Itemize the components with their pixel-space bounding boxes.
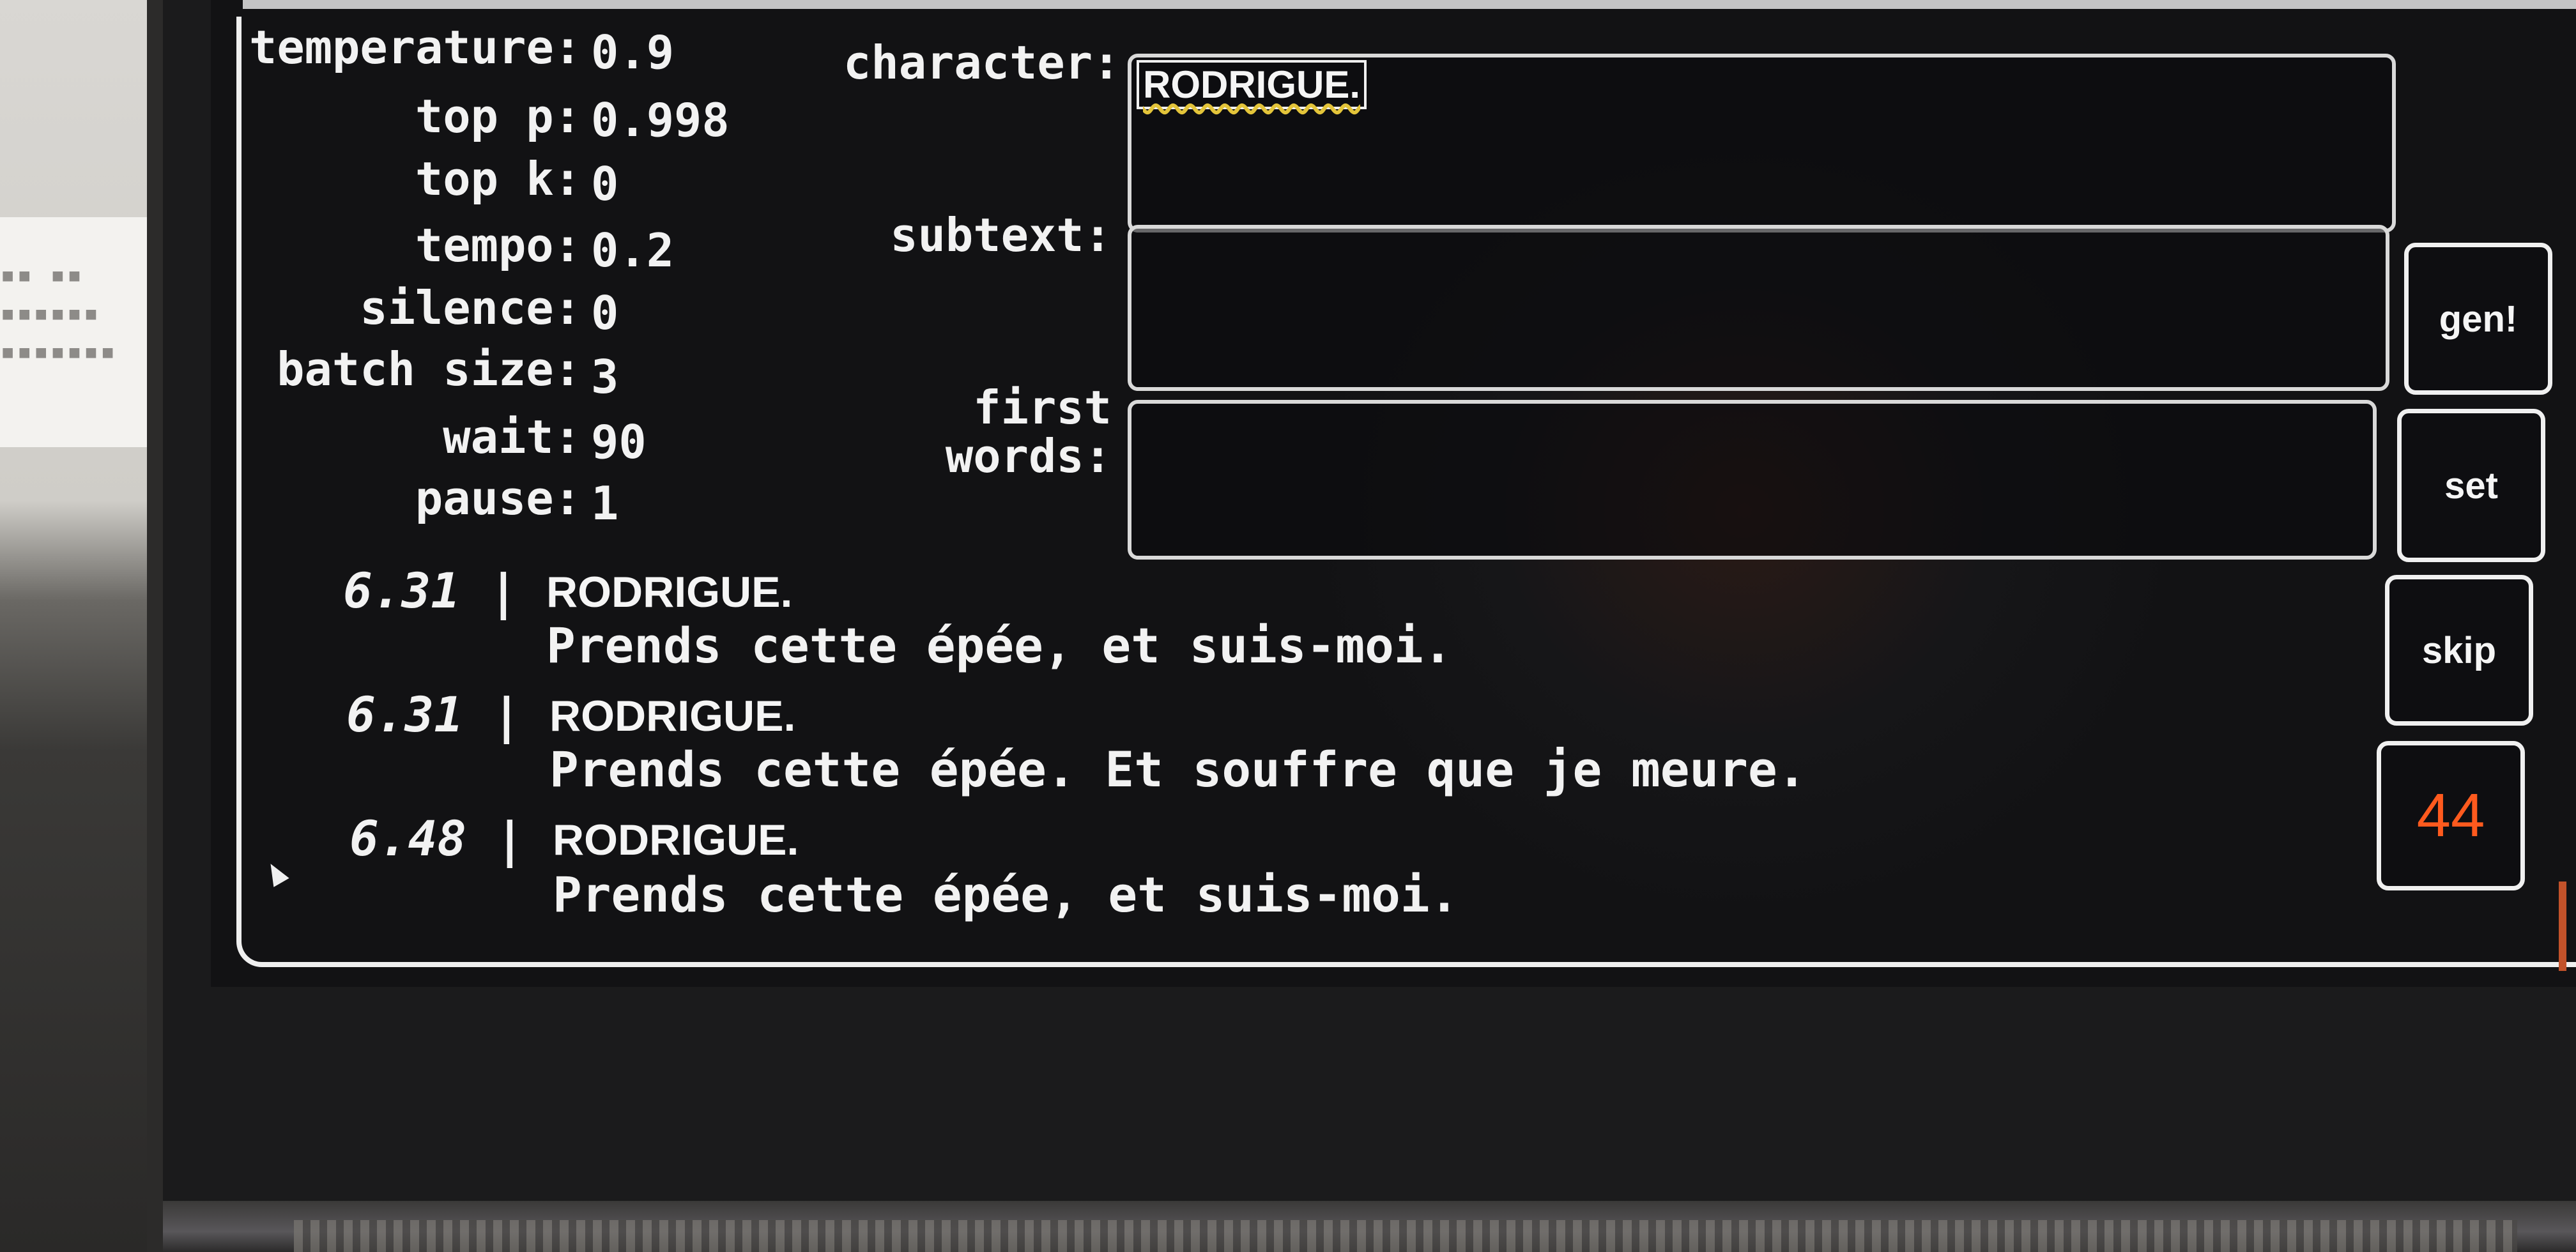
param-value-batch-size[interactable]: 3 (591, 350, 618, 404)
param-label-batch-size: batch size: (277, 342, 581, 396)
subtext-field[interactable] (1128, 225, 2389, 391)
param-label-pause: pause: (415, 471, 581, 525)
result-character: RODRIGUE. (546, 568, 793, 616)
result-score: 6.31 (346, 686, 463, 743)
param-value-temperature[interactable]: 0.9 (591, 26, 674, 79)
background-monitor-glyphs: ▪▪ ▪▪ ▪▪▪▪▪▪ ▪▪▪▪▪▪▪ (0, 260, 117, 366)
result-separator: | (495, 811, 525, 868)
counter-display: 44 (2377, 741, 2525, 890)
result-separator: | (492, 687, 521, 744)
result-character: RODRIGUE. (549, 692, 796, 740)
param-value-top-p[interactable]: 0.998 (591, 93, 730, 147)
skip-button[interactable]: skip (2385, 575, 2533, 726)
param-value-tempo[interactable]: 0.2 (591, 224, 674, 277)
result-text: Prends cette épée, et suis-moi. (546, 617, 1453, 674)
param-label-silence: silence: (360, 281, 581, 335)
set-button[interactable]: set (2397, 409, 2545, 562)
result-text: Prends cette épée. Et souffre que je meu… (549, 741, 1807, 798)
skip-button-label: skip (2421, 629, 2497, 671)
param-value-wait[interactable]: 90 (591, 415, 647, 469)
result-score: 6.48 (349, 810, 466, 867)
background-monitor: ▪▪ ▪▪ ▪▪▪▪▪▪ ▪▪▪▪▪▪▪ (0, 217, 147, 447)
first-words-field[interactable] (1128, 400, 2377, 560)
character-label: character: (843, 36, 1121, 89)
param-label-top-p: top p: (415, 89, 581, 143)
result-score: 6.31 (342, 562, 460, 619)
param-label-wait: wait: (443, 410, 581, 464)
param-value-silence[interactable]: 0 (591, 286, 618, 340)
character-value: RODRIGUE. (1137, 60, 1367, 109)
param-label-top-k: top k: (415, 152, 581, 206)
window-edge-accent (2559, 882, 2566, 971)
result-text: Prends cette épée, et suis-moi. (553, 866, 1459, 923)
laptop-keyboard-edge (294, 1220, 2517, 1252)
gen-button[interactable]: gen! (2404, 243, 2552, 395)
counter-value: 44 (2416, 781, 2485, 850)
param-value-pause[interactable]: 1 (591, 477, 618, 530)
window-titlebar (243, 0, 2576, 9)
character-field[interactable]: RODRIGUE. (1128, 54, 2396, 233)
param-value-top-k[interactable]: 0 (591, 157, 618, 211)
param-label-tempo: tempo: (415, 218, 581, 272)
set-button-label: set (2444, 464, 2498, 507)
result-separator: | (489, 563, 518, 620)
gen-button-label: gen! (2439, 298, 2518, 340)
subtext-label: subtext: (890, 208, 1112, 262)
param-label-temperature: temperature: (249, 20, 582, 74)
background-wall (0, 0, 147, 1252)
first-words-label-line2: words: (945, 429, 1112, 483)
first-words-label-line1: first (973, 381, 1112, 434)
result-character: RODRIGUE. (553, 816, 799, 864)
